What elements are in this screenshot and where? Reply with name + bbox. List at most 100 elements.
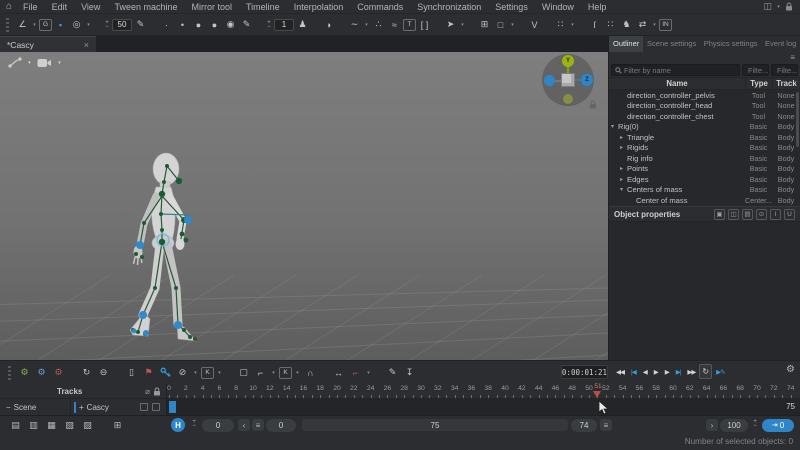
playback-settings-icon[interactable]: ⚙ — [786, 364, 795, 375]
prev-frame-button[interactable]: ◀ — [640, 364, 650, 379]
dropdown-caret-icon[interactable]: ▾ — [216, 370, 223, 376]
playback-speed-field[interactable]: 100 — [720, 419, 748, 432]
toolbar-grip[interactable] — [6, 18, 9, 32]
dropdown-caret-icon[interactable]: ▾ — [459, 22, 466, 28]
menu-settings[interactable]: Settings — [488, 0, 535, 14]
tree-expand-icon[interactable]: ▸ — [620, 176, 627, 183]
physics-settings-blue-icon[interactable]: ⚙ — [34, 365, 49, 380]
next-key-button[interactable]: ▶| — [673, 364, 684, 379]
stretch-icon[interactable]: ⇄ — [635, 17, 650, 32]
foot-pivot-icon[interactable]: ſ — [587, 17, 602, 32]
selection-box-icon[interactable]: □ — [493, 17, 508, 32]
step-curve-icon[interactable]: ⌐ — [253, 365, 268, 380]
dropdown-caret-icon[interactable]: ▾ — [569, 22, 576, 28]
track-row[interactable]: − Scene + Cascy — [0, 399, 166, 415]
outliner-row[interactable]: Center of massCenter...Body — [609, 195, 800, 206]
outliner-row[interactable]: ▸TriangleBasicBody — [609, 132, 800, 143]
interval-menu-button[interactable]: ≡ — [252, 419, 264, 431]
physics-settings-green-icon[interactable]: ⚙ — [17, 365, 32, 380]
panel-menu-icon[interactable]: ≡ — [790, 53, 795, 62]
character-model[interactable] — [100, 130, 240, 350]
column-type[interactable]: Type — [745, 78, 772, 90]
next-interval-button[interactable]: › — [706, 419, 718, 431]
outliner-row[interactable]: direction_controller_chestToolNone — [609, 111, 800, 122]
cascadeur-logo-icon[interactable]: V — [527, 17, 542, 32]
menu-commands[interactable]: Commands — [350, 0, 410, 14]
layout-icon[interactable]: ◫ — [763, 1, 772, 12]
step-red-icon[interactable]: ⌐ — [348, 365, 363, 380]
outliner-row[interactable]: ▸RigidsBasicBody — [609, 143, 800, 154]
falloff-tiny-icon[interactable]: · — [159, 17, 174, 32]
gizmo-z-axis[interactable]: Z — [581, 74, 593, 86]
skip-end-button[interactable]: ▶▶ — [684, 364, 698, 379]
ghost-frames-icon[interactable]: ⊞ — [477, 17, 492, 32]
rings-icon[interactable]: ◎ — [69, 17, 84, 32]
filter-by-name-input[interactable]: Filter by name — [611, 64, 740, 76]
remove-cycle-icon[interactable]: ⊖ — [96, 365, 111, 380]
animation-track-bar[interactable]: 75 — [167, 399, 800, 415]
gizmo-y-axis[interactable]: Y — [562, 55, 574, 67]
track-folder-icon[interactable]: ▨ — [80, 418, 95, 433]
dropdown-caret-icon[interactable]: ▾ — [365, 370, 372, 376]
keyframe-key-icon[interactable] — [158, 365, 173, 380]
dropdown-caret-icon[interactable]: ▾ — [270, 370, 277, 376]
menu-mirror-tool[interactable]: Mirror tool — [184, 0, 239, 14]
physics-settings-red-icon[interactable]: ⚙ — [51, 365, 66, 380]
playhead-marker[interactable] — [593, 391, 601, 398]
falloff-soft-icon[interactable]: ◉ — [223, 17, 238, 32]
tree-expand-icon[interactable]: ▸ — [620, 144, 627, 151]
orientation-gizmo[interactable]: Y Z — [542, 54, 594, 106]
gizmo-x-axis[interactable] — [544, 75, 555, 86]
prev-key-button[interactable]: |◀ — [628, 364, 639, 379]
hide-tracks-icon[interactable]: ⌀ — [145, 387, 150, 396]
tab-close-icon[interactable]: × — [84, 40, 89, 50]
next-frame-button[interactable]: ▶ — [662, 364, 672, 379]
end-frame-field[interactable]: 74 — [571, 419, 597, 432]
add-grid-icon[interactable]: ⊞ — [110, 418, 125, 433]
tree-expand-icon[interactable]: ▸ — [620, 165, 627, 172]
gizmo-cube[interactable] — [561, 73, 575, 87]
menu-interpolation[interactable]: Interpolation — [287, 0, 351, 14]
ghost-mode-icon[interactable]: G — [39, 19, 52, 31]
tab-scene-settings[interactable]: Scene settings — [643, 36, 700, 52]
cascy-expand-icon[interactable]: + — [79, 403, 84, 412]
pin-icon[interactable]: ↧ — [402, 365, 417, 380]
marquee-icon[interactable]: ▢ — [236, 365, 251, 380]
play-record-button[interactable]: ▶✎ — [713, 364, 727, 379]
dropdown-caret-icon[interactable]: ▾ — [509, 22, 516, 28]
menu-window[interactable]: Window — [535, 0, 581, 14]
frame-spinner[interactable]: +− — [190, 420, 198, 428]
count-spinner[interactable]: +− — [265, 21, 273, 29]
key-badge[interactable]: H — [171, 418, 185, 432]
range-start-marker[interactable] — [169, 401, 176, 413]
tab-physics-settings[interactable]: Physics settings — [700, 36, 761, 52]
split-view-icon[interactable]: ◫ — [728, 209, 739, 220]
falloff-small-icon[interactable]: • — [175, 17, 190, 32]
fulcrum-points-icon[interactable]: ∷ — [553, 17, 568, 32]
wave-icon[interactable]: ∼ — [347, 17, 362, 32]
menu-view[interactable]: View — [74, 0, 107, 14]
outliner-row[interactable]: direction_controller_pelvisToolNone — [609, 90, 800, 101]
track-save-icon[interactable]: ▦ — [44, 418, 59, 433]
sphere-icon[interactable]: ◑ — [321, 17, 336, 32]
dropdown-caret-icon[interactable]: ▾ — [31, 22, 38, 28]
brush-spark-icon[interactable]: ✎ — [385, 365, 400, 380]
transport-grip[interactable] — [8, 366, 11, 380]
tree-collapse-icon[interactable]: ▾ — [611, 123, 618, 130]
speed-spinner[interactable]: +− — [751, 420, 759, 428]
current-frame-field[interactable]: 0 — [266, 419, 296, 432]
outliner-row[interactable]: ▾Centers of massBasicBody — [609, 185, 800, 196]
outliner-row[interactable]: ▾Rig(0)BasicBody — [609, 122, 800, 133]
box-select-prop-icon[interactable]: ▣ — [714, 209, 725, 220]
text-tool-icon[interactable]: T — [403, 19, 416, 31]
viewport[interactable]: ▾ ▾ Y Z — [0, 52, 608, 360]
fit-range-icon[interactable]: ↔ — [331, 365, 346, 380]
tab-event-log[interactable]: Event log — [761, 36, 800, 52]
footsteps-icon[interactable]: ∷ — [603, 17, 618, 32]
outliner-row[interactable]: ▸EdgesBasicBody — [609, 174, 800, 185]
track-visible-checkbox[interactable] — [140, 403, 148, 411]
play-button[interactable]: ▶ — [651, 364, 661, 379]
gizmo-neg-y-axis[interactable] — [563, 94, 573, 104]
brush-pen-icon[interactable]: ✎ — [133, 17, 148, 32]
visibility-eye-icon[interactable]: ⊙ — [756, 209, 767, 220]
